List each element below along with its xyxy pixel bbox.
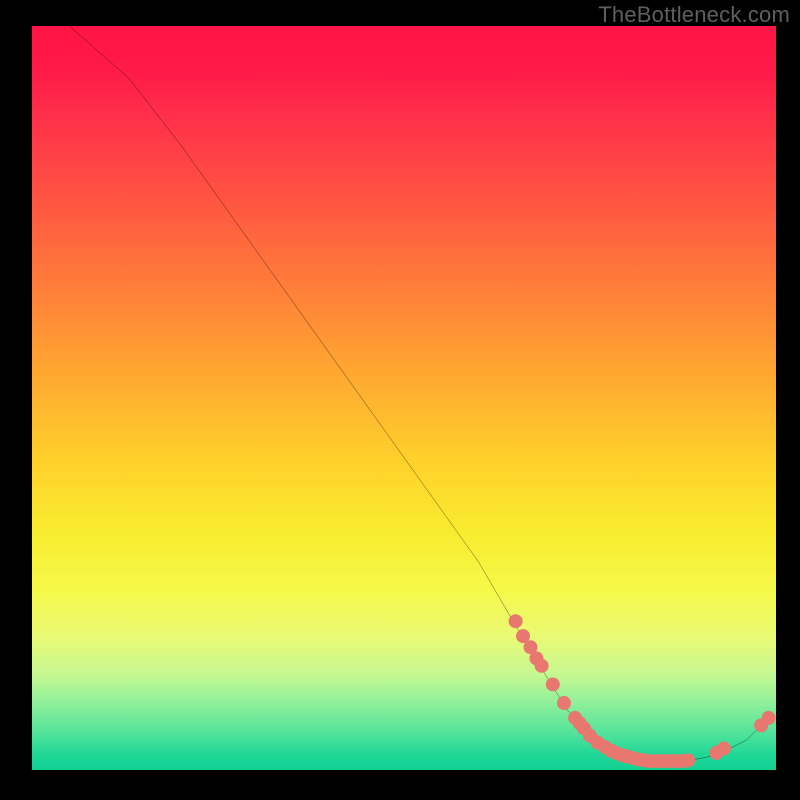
marker-dot xyxy=(509,614,523,628)
curve-layer xyxy=(32,26,776,770)
watermark-text: TheBottleneck.com xyxy=(598,2,790,28)
marker-dot xyxy=(681,753,695,767)
marker-dot xyxy=(762,711,776,725)
chart-frame: TheBottleneck.com xyxy=(0,0,800,800)
highlighted-points xyxy=(509,614,776,768)
bottleneck-curve xyxy=(69,26,768,761)
marker-dot xyxy=(717,741,731,755)
marker-dot xyxy=(546,677,560,691)
marker-dot xyxy=(557,696,571,710)
plot-area xyxy=(32,26,776,770)
curve-path xyxy=(69,26,768,761)
marker-dot xyxy=(535,659,549,673)
